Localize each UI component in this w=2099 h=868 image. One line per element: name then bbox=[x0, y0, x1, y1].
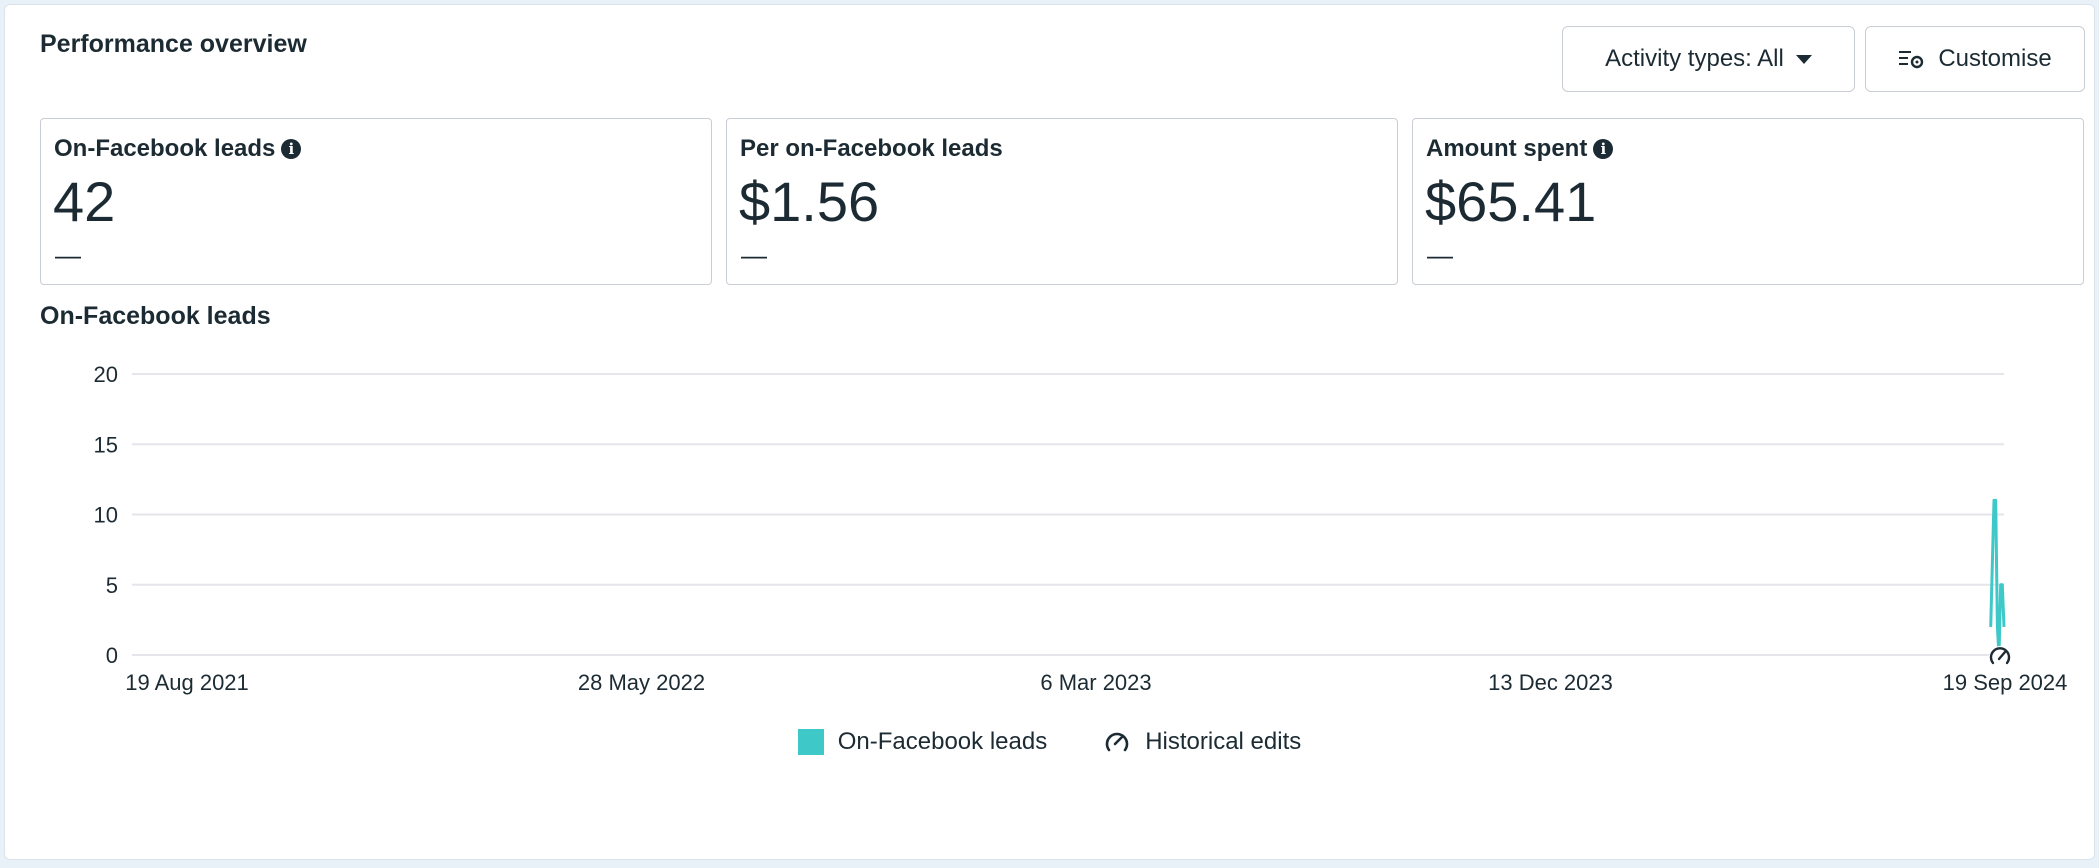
y-tick-label: 15 bbox=[94, 432, 118, 457]
legend-item-leads[interactable]: On-Facebook leads bbox=[797, 728, 1048, 756]
legend-label: On-Facebook leads bbox=[837, 728, 1048, 755]
x-tick-label: 28 May 2022 bbox=[578, 670, 705, 695]
y-tick-label: 5 bbox=[106, 573, 118, 598]
x-tick-label: 13 Dec 2023 bbox=[1488, 670, 1613, 695]
x-tick-label: 19 Sep 2024 bbox=[1943, 670, 2068, 695]
legend-swatch bbox=[797, 729, 824, 755]
legend-label: Historical edits bbox=[1145, 728, 1302, 755]
y-tick-label: 10 bbox=[94, 503, 118, 528]
x-tick-label: 6 Mar 2023 bbox=[1040, 670, 1151, 695]
x-tick-label: 19 Aug 2021 bbox=[125, 670, 249, 695]
legend-item-historical-edits[interactable]: Historical edits bbox=[1103, 728, 1301, 756]
y-tick-label: 20 bbox=[94, 362, 118, 387]
historical-edit-marker[interactable] bbox=[1989, 646, 2011, 668]
chart-legend: On-Facebook leads Historical edits bbox=[0, 728, 2099, 756]
historical-edits-icon bbox=[1105, 732, 1129, 752]
y-tick-label: 0 bbox=[106, 643, 118, 668]
series-line-leads bbox=[1989, 498, 2006, 657]
